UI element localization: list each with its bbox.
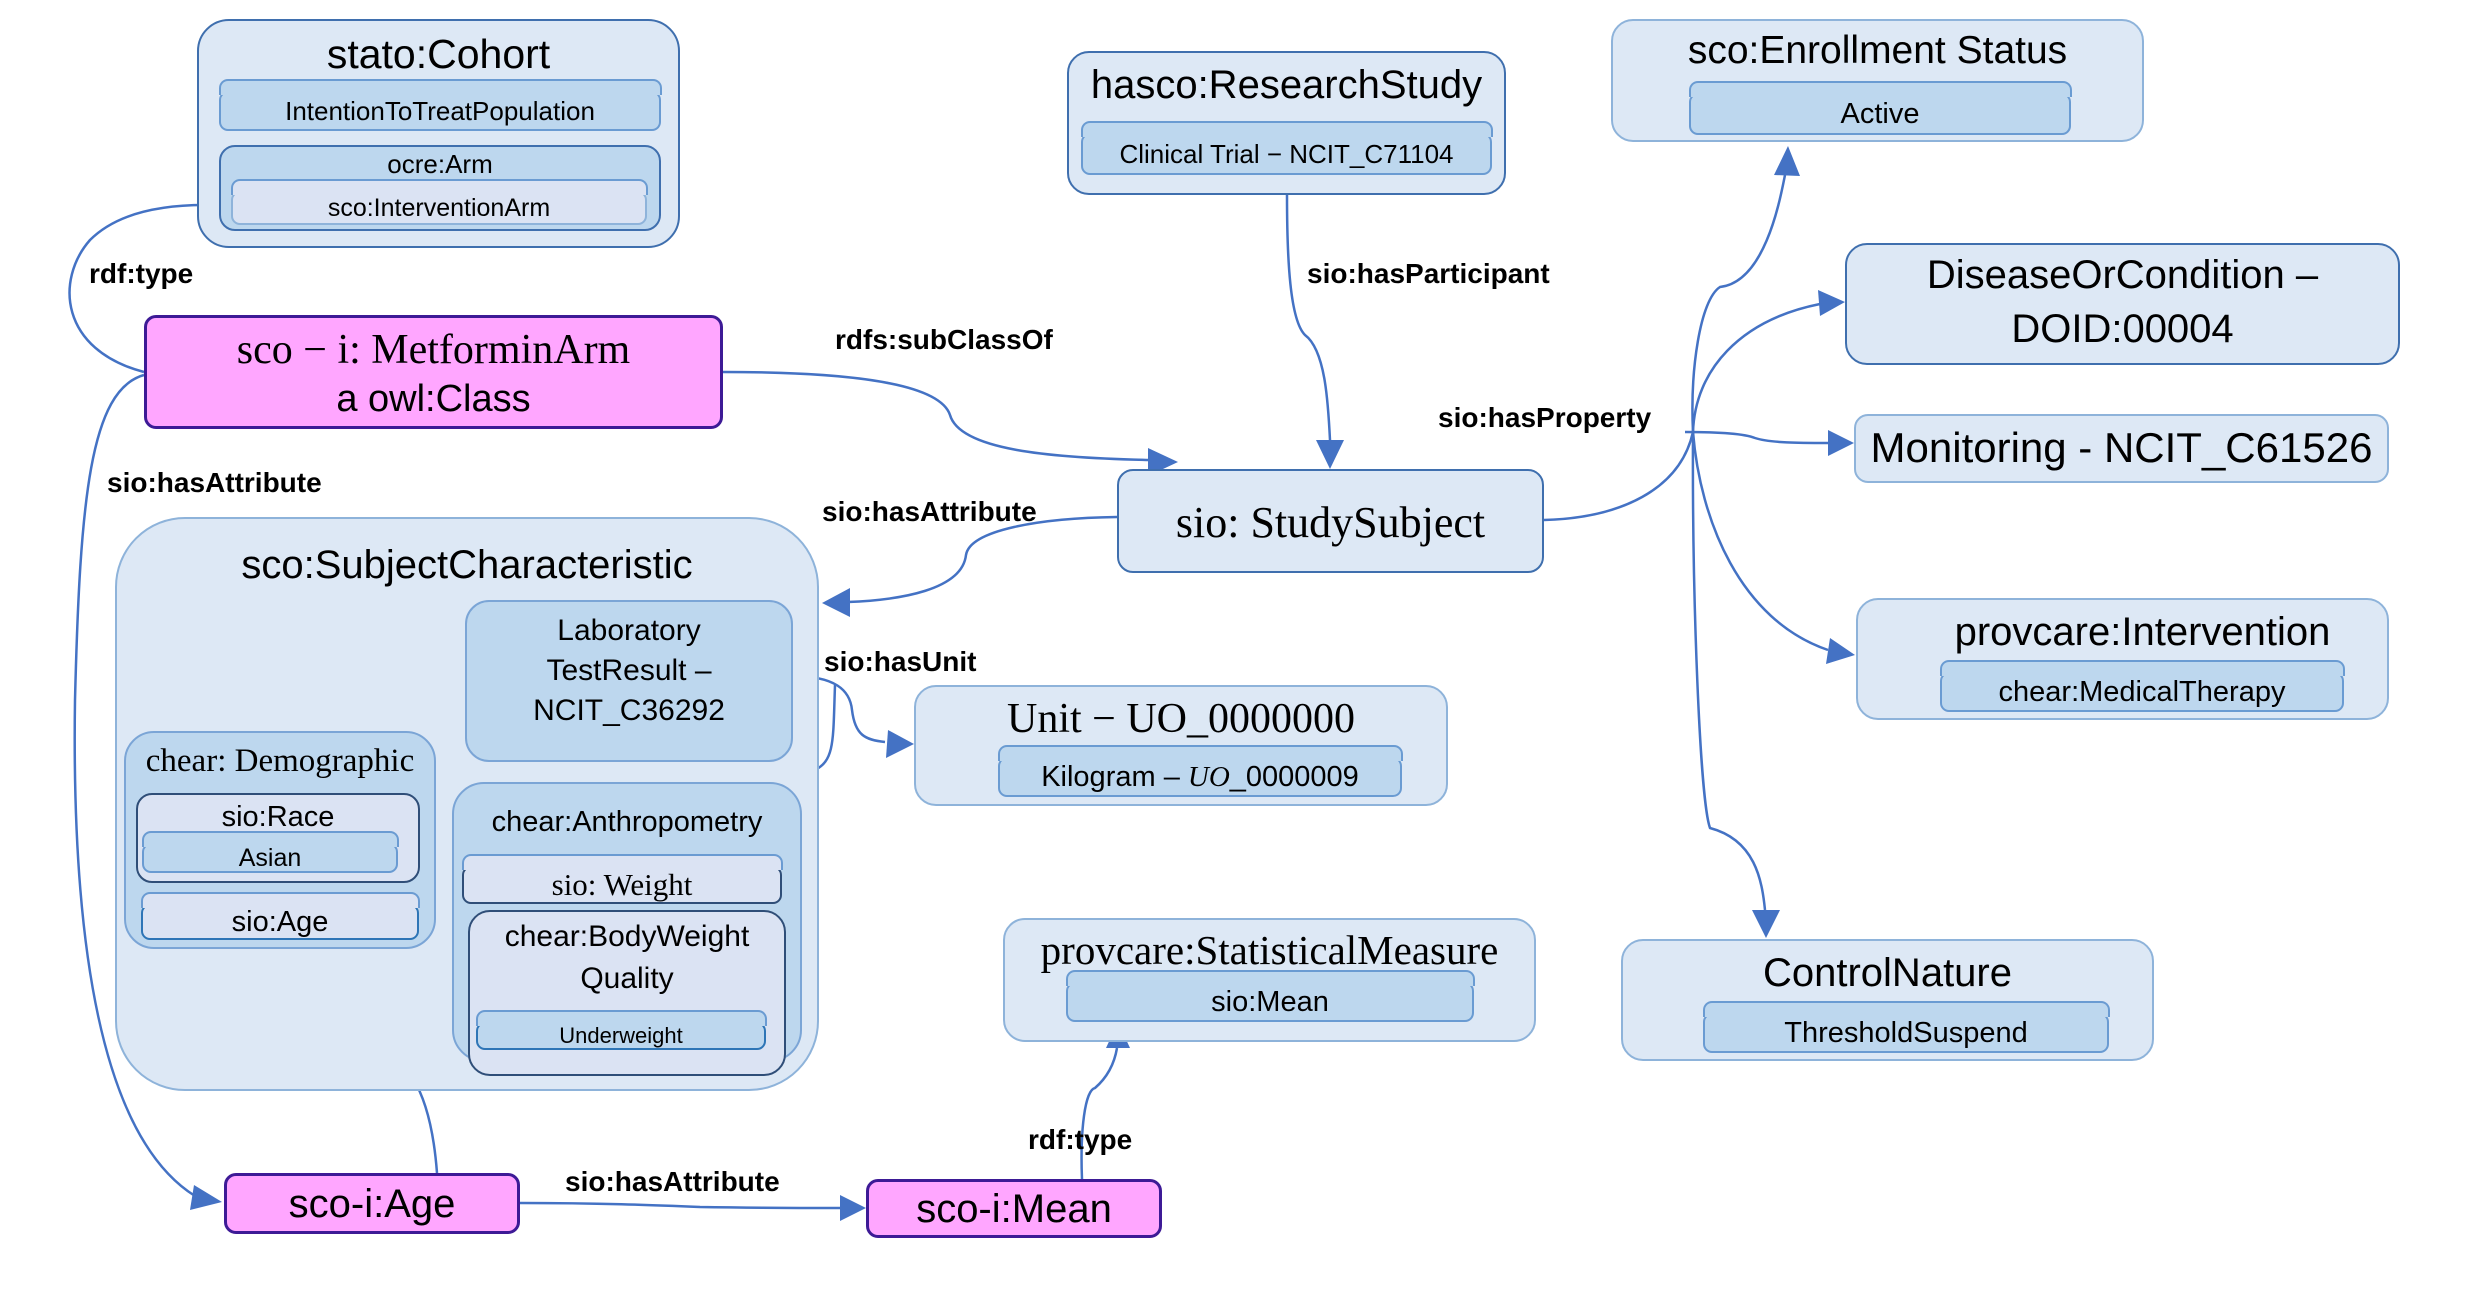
edge-has-property: [1543, 431, 1695, 522]
arm-item[interactable]: sco:InterventionArm: [230, 179, 648, 225]
arrowhead: [886, 730, 914, 758]
control-nature-item[interactable]: ThresholdSuspend: [1702, 1001, 2110, 1053]
unit-item-prefix: Kilogram –: [1041, 761, 1188, 793]
edge-has-participant: [1285, 194, 1332, 441]
node-research-study[interactable]: hasco:ResearchStudy Clinical Trial − NCI…: [1067, 51, 1506, 195]
lab-line1: Laboratory: [557, 614, 701, 647]
node-subject-characteristic[interactable]: sco:SubjectCharacteristic Laboratory Tes…: [115, 517, 819, 1091]
edge-label-rdf-type-mean: rdf:type: [1028, 1124, 1133, 1155]
edge-rdf-type-mean: [1080, 1047, 1119, 1180]
edge-label-subclassof: rdfs:subClassOf: [835, 324, 1053, 355]
demographic-title: chear: Demographic: [145, 743, 415, 779]
research-study-item[interactable]: Clinical Trial − NCIT_C71104: [1080, 121, 1493, 175]
edge-label-has-attribute-left: sio:hasAttribute: [107, 467, 322, 498]
node-unit[interactable]: Unit − UO_0000000 Kilogram – UO_0000009: [914, 685, 1448, 806]
node-metformin-arm-line1: sco − i: MetforminArm: [236, 327, 631, 373]
node-subject-characteristic-title: sco:SubjectCharacteristic: [241, 543, 693, 587]
bodyweight-item[interactable]: Underweight: [475, 1010, 767, 1050]
unit-title: Unit − UO_0000000: [1006, 696, 1356, 742]
node-statistical-measure[interactable]: provcare:StatisticalMeasure sio:Mean: [1003, 918, 1536, 1042]
sco-i-mean-title: sco-i:Mean: [916, 1187, 1112, 1231]
edge-subclassof: [722, 370, 1151, 462]
node-research-study-title: hasco:ResearchStudy: [1090, 63, 1483, 107]
intervention-item[interactable]: chear:MedicalTherapy: [1939, 660, 2345, 712]
node-arm-title: ocre:Arm: [387, 149, 493, 179]
node-cohort-title: stato:Cohort: [326, 31, 551, 77]
edge-label-has-unit: sio:hasUnit: [824, 646, 977, 677]
edge-hub-monitoring: [1684, 430, 1829, 445]
edge-hub-intervention: [1691, 431, 1829, 652]
arrowhead: [1752, 910, 1780, 938]
node-anthropometry[interactable]: chear:Anthropometry sio: Weight chear:Bo…: [452, 782, 802, 1076]
node-intervention[interactable]: provcare:Intervention chear:MedicalThera…: [1856, 598, 2389, 720]
node-control-nature[interactable]: ControlNature ThresholdSuspend: [1621, 939, 2154, 1061]
enrollment-status-item[interactable]: Active: [1688, 81, 2072, 135]
node-race[interactable]: sio:Race Asian: [136, 793, 420, 883]
node-sco-i-age[interactable]: sco-i:Age: [224, 1173, 520, 1234]
node-enrollment-status-title: sco:Enrollment Status: [1687, 29, 2068, 72]
node-arm[interactable]: ocre:Arm sco:InterventionArm: [219, 145, 661, 231]
node-lab-test-result[interactable]: Laboratory TestResult – NCIT_C36292: [465, 600, 793, 762]
race-title: sio:Race: [221, 801, 335, 833]
edge-label-has-participant: sio:hasParticipant: [1307, 258, 1550, 289]
node-monitoring[interactable]: Monitoring - NCIT_C61526: [1854, 414, 2389, 483]
node-study-subject-title: sio: StudySubject: [1175, 498, 1486, 547]
node-study-subject[interactable]: sio: StudySubject: [1117, 469, 1544, 573]
arrowhead: [1818, 290, 1845, 316]
edge-label-has-attribute-bottom: sio:hasAttribute: [565, 1166, 780, 1197]
node-cohort[interactable]: stato:Cohort IntentionToTreatPopulation …: [197, 19, 680, 248]
lab-line3: NCIT_C36292: [533, 694, 725, 727]
edge-has-attribute-bottom: [519, 1201, 841, 1210]
edge-hub-control: [1691, 431, 1767, 911]
arrowhead: [1826, 638, 1855, 664]
bodyweight-line2: Quality: [580, 962, 674, 995]
node-metformin-arm-line2: a owl:Class: [336, 378, 531, 420]
edge-label-has-attribute-subject: sio:hasAttribute: [822, 496, 1037, 527]
edge-has-attribute-subject: [847, 515, 1118, 604]
arrowhead: [822, 588, 850, 617]
statistical-measure-item[interactable]: sio:Mean: [1065, 970, 1475, 1022]
node-disease-line2: DOID:00004: [2011, 307, 2234, 351]
age-item[interactable]: sio:Age: [140, 892, 420, 940]
arrowhead: [840, 1195, 866, 1221]
node-bodyweight-quality[interactable]: chear:BodyWeight Quality Underweight: [468, 910, 786, 1076]
arrowhead: [190, 1185, 222, 1210]
node-enrollment-status[interactable]: sco:Enrollment Status Active: [1611, 19, 2144, 142]
lab-line2: TestResult –: [546, 654, 712, 687]
node-demographic[interactable]: chear: Demographic sio:Race Asian sio:Ag…: [124, 731, 436, 949]
node-disease[interactable]: DiseaseOrCondition – DOID:00004: [1845, 243, 2400, 365]
bodyweight-line1: chear:BodyWeight: [504, 920, 750, 953]
edge-label-has-property: sio:hasProperty: [1438, 402, 1652, 433]
node-monitoring-title: Monitoring - NCIT_C61526: [1870, 424, 2373, 471]
arrowhead: [1774, 146, 1800, 176]
anthropometry-title: chear:Anthropometry: [491, 806, 763, 838]
unit-item-italic: UO: [1187, 761, 1230, 793]
edge-hub-enrollment: [1691, 174, 1787, 433]
weight-item[interactable]: sio: Weight: [461, 854, 783, 904]
arrowhead: [1828, 430, 1854, 456]
edge-label-rdf-type-cohort: rdf:type: [89, 258, 194, 289]
intervention-title: provcare:Intervention: [1954, 610, 2331, 654]
control-nature-title: ControlNature: [1762, 951, 2012, 995]
node-disease-line1: DiseaseOrCondition –: [1926, 253, 2319, 297]
unit-item-suffix: _0000009: [1229, 761, 1359, 793]
node-metformin-arm[interactable]: sco − i: MetforminArm a owl:Class: [144, 315, 723, 429]
cohort-item[interactable]: IntentionToTreatPopulation: [218, 79, 662, 131]
unit-item[interactable]: Kilogram – UO_0000009: [997, 745, 1403, 797]
edge-hub-disease: [1691, 302, 1821, 433]
race-item[interactable]: Asian: [141, 831, 399, 873]
statistical-measure-title: provcare:StatisticalMeasure: [1040, 927, 1499, 973]
node-sco-i-mean[interactable]: sco-i:Mean: [866, 1179, 1162, 1238]
arrowhead: [1316, 440, 1344, 469]
sco-i-age-title: sco-i:Age: [288, 1182, 456, 1226]
